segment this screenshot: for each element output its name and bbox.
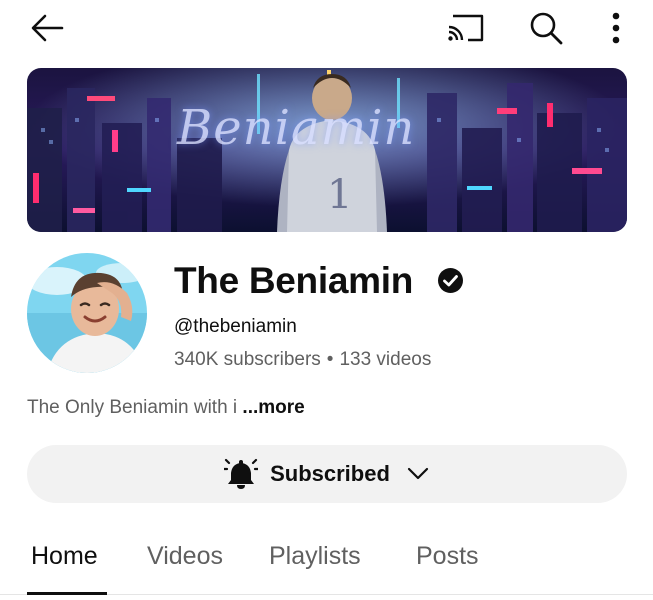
subscribed-label: Subscribed bbox=[270, 461, 390, 486]
channel-banner[interactable]: 1 Beniamin bbox=[27, 68, 627, 232]
tab-home[interactable]: Home bbox=[31, 542, 98, 571]
subscriber-count: 340K subscribers bbox=[174, 349, 321, 370]
search-icon bbox=[530, 12, 563, 45]
tab-videos[interactable]: Videos bbox=[147, 542, 223, 571]
arrow-left-icon bbox=[31, 14, 64, 42]
avatar-image bbox=[27, 253, 147, 373]
channel-tabs: Home Videos Playlists Posts bbox=[0, 528, 653, 600]
subscribed-button[interactable]: Subscribed bbox=[27, 445, 627, 503]
verified-check-icon bbox=[438, 268, 463, 293]
more-options-button[interactable] bbox=[600, 8, 632, 48]
tab-playlists[interactable]: Playlists bbox=[269, 542, 361, 571]
channel-handle: @thebeniamin bbox=[174, 316, 297, 337]
tab-posts[interactable]: Posts bbox=[416, 542, 479, 571]
cast-button[interactable] bbox=[444, 10, 488, 46]
chevron-down-icon bbox=[407, 467, 429, 480]
banner-title: Beniamin bbox=[177, 100, 416, 156]
more-vertical-icon bbox=[612, 12, 620, 44]
stats-separator: • bbox=[326, 349, 334, 370]
description-more-link[interactable]: ...more bbox=[242, 397, 304, 418]
video-count: 133 videos bbox=[339, 349, 432, 370]
description-text: The Only Beniamin with i bbox=[27, 397, 243, 418]
banner-shirt-number: 1 bbox=[327, 172, 352, 218]
active-tab-indicator bbox=[27, 592, 107, 595]
top-bar bbox=[0, 0, 653, 60]
channel-description[interactable]: The Only Beniamin with i ...more bbox=[27, 397, 305, 419]
channel-stats: 340K subscribers • 133 videos bbox=[174, 349, 431, 371]
channel-name: The Beniamin bbox=[174, 260, 413, 301]
channel-avatar[interactable] bbox=[27, 253, 147, 373]
bell-icon bbox=[224, 458, 259, 489]
back-button[interactable] bbox=[28, 10, 66, 46]
cast-icon bbox=[448, 14, 484, 42]
search-button[interactable] bbox=[526, 8, 566, 48]
